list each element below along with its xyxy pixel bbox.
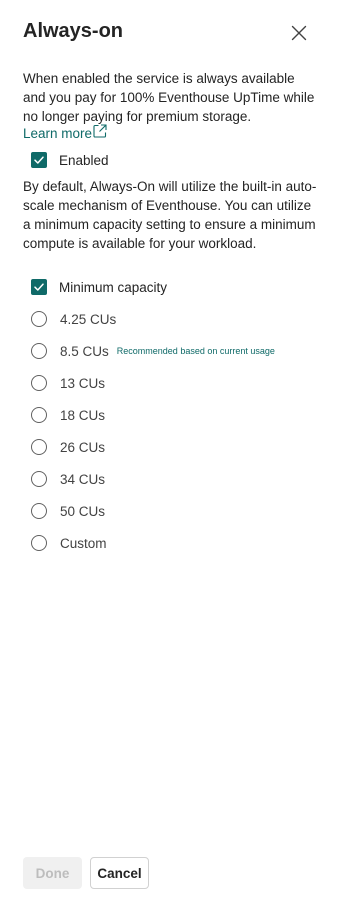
always-on-description: When enabled the service is always avail… — [23, 71, 315, 124]
enabled-checkbox[interactable]: Enabled — [31, 151, 109, 169]
option-label: 26 CUs — [60, 439, 106, 455]
autoscale-description: By default, Always-On will utilize the b… — [23, 179, 317, 251]
enabled-checkbox-box[interactable] — [31, 152, 47, 168]
minimum-capacity-checkbox[interactable]: Minimum capacity — [31, 278, 167, 296]
close-icon — [291, 25, 307, 41]
capacity-option-4-25[interactable]: 4.25 CUs — [31, 310, 116, 328]
done-button[interactable]: Done — [23, 857, 82, 889]
capacity-option-8-5[interactable]: 8.5 CUs Recommended based on current usa… — [31, 342, 275, 360]
enabled-label: Enabled — [59, 152, 109, 168]
radio-button[interactable] — [31, 407, 47, 423]
radio-button[interactable] — [31, 343, 47, 359]
capacity-option-26[interactable]: 26 CUs — [31, 438, 105, 456]
close-button[interactable] — [286, 20, 312, 46]
option-label: 50 CUs — [60, 503, 106, 519]
learn-more-label: Learn more — [23, 126, 93, 141]
radio-button[interactable] — [31, 439, 47, 455]
cancel-button[interactable]: Cancel — [90, 857, 149, 889]
radio-button[interactable] — [31, 503, 47, 519]
external-link-icon — [93, 124, 107, 138]
capacity-option-34[interactable]: 34 CUs — [31, 470, 105, 488]
option-label: 8.5 CUs — [60, 343, 109, 359]
capacity-option-13[interactable]: 13 CUs — [31, 374, 105, 392]
minimum-capacity-checkbox-box[interactable] — [31, 279, 47, 295]
learn-more-link[interactable]: Learn more — [23, 124, 107, 141]
checkmark-icon — [34, 283, 44, 291]
radio-button[interactable] — [31, 375, 47, 391]
always-on-dialog: Always-on When enabled the service is al… — [0, 0, 337, 903]
minimum-capacity-label: Minimum capacity — [59, 279, 168, 295]
capacity-option-50[interactable]: 50 CUs — [31, 502, 105, 520]
capacity-option-custom[interactable]: Custom — [31, 534, 107, 552]
radio-button[interactable] — [31, 535, 47, 551]
option-label: 34 CUs — [60, 471, 106, 487]
option-label: 18 CUs — [60, 407, 106, 423]
option-label: Custom — [60, 535, 107, 551]
dialog-title: Always-on — [23, 20, 124, 42]
recommendation-note: Recommended based on current usage — [116, 346, 275, 356]
option-label: 13 CUs — [60, 375, 106, 391]
capacity-option-18[interactable]: 18 CUs — [31, 406, 105, 424]
option-label: 4.25 CUs — [60, 311, 117, 327]
radio-button[interactable] — [31, 311, 47, 327]
radio-button[interactable] — [31, 471, 47, 487]
checkmark-icon — [34, 156, 44, 164]
